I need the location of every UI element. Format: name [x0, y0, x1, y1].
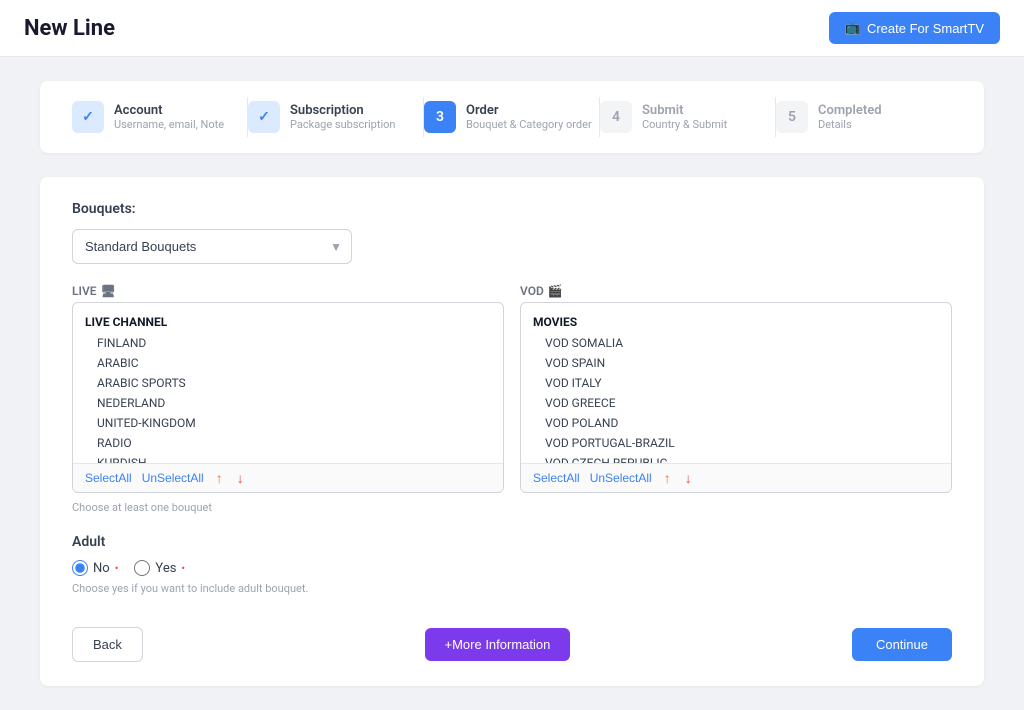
live-list-box: LIVE CHANNEL FINLAND ARABIC ARABIC SPORT…: [72, 302, 504, 493]
vod-group-header: MOVIES: [521, 311, 951, 333]
vod-select-all-button[interactable]: SelectAll: [533, 471, 580, 485]
step-account-name: Account: [114, 103, 224, 118]
bouquets-dropdown-wrap: Standard Bouquets Premium Bouquets Basic…: [72, 229, 352, 264]
list-item[interactable]: FINLAND: [73, 333, 503, 353]
step-completed: 5 Completed Details: [776, 101, 952, 133]
page-title: New Line: [24, 16, 115, 41]
live-list-footer: SelectAll UnSelectAll ↑ ↓: [73, 463, 503, 492]
adult-yes-label: Yes: [155, 561, 176, 576]
vod-label: VOD: [520, 284, 544, 298]
live-arrow-up-button[interactable]: ↑: [214, 470, 225, 486]
vod-unselect-all-button[interactable]: UnSelectAll: [590, 471, 652, 485]
step-subscription-sub: Package subscription: [290, 118, 395, 131]
adult-yes-option[interactable]: Yes •: [134, 560, 185, 576]
vod-list-footer: SelectAll UnSelectAll ↑ ↓: [521, 463, 951, 492]
adult-no-radio[interactable]: [72, 560, 88, 576]
live-unselect-all-button[interactable]: UnSelectAll: [142, 471, 204, 485]
adult-label: Adult: [72, 534, 952, 550]
bouquets-label: Bouquets:: [72, 201, 952, 217]
vod-list-scroll[interactable]: MOVIES VOD SOMALIA VOD SPAIN VOD ITALY V…: [521, 303, 951, 463]
step-subscription: ✓ Subscription Package subscription: [248, 101, 424, 133]
create-smarttv-button[interactable]: 📺 Create For SmartTV: [829, 12, 1000, 44]
step-submit-sub: Country & Submit: [642, 118, 727, 131]
list-item[interactable]: VOD SPAIN: [521, 353, 951, 373]
adult-radio-group: No • Yes •: [72, 560, 952, 576]
live-label: LIVE: [72, 284, 97, 298]
list-item[interactable]: VOD PORTUGAL-BRAZIL: [521, 433, 951, 453]
monitor-icon: 🖥: [101, 284, 116, 298]
adult-hint: Choose yes if you want to include adult …: [72, 582, 952, 595]
step-completed-icon: 5: [776, 101, 808, 133]
continue-button[interactable]: Continue: [852, 628, 952, 661]
step-order: 3 Order Bouquet & Category order: [424, 101, 600, 133]
live-arrow-down-button[interactable]: ↓: [235, 470, 246, 486]
vod-header: VOD 🎬: [520, 284, 952, 298]
vod-arrow-down-button[interactable]: ↓: [683, 470, 694, 486]
checkmark-icon: ✓: [82, 109, 94, 125]
step-account: ✓ Account Username, email, Note: [72, 101, 248, 133]
list-item[interactable]: ARABIC SPORTS: [73, 373, 503, 393]
list-item[interactable]: VOD POLAND: [521, 413, 951, 433]
back-button[interactable]: Back: [72, 627, 143, 662]
step-submit: 4 Submit Country & Submit: [600, 101, 776, 133]
step-completed-name: Completed: [818, 103, 882, 118]
live-group-header: LIVE CHANNEL: [73, 311, 503, 333]
list-item[interactable]: KURDISH: [73, 453, 503, 463]
lists-row: LIVE 🖥 LIVE CHANNEL FINLAND ARABIC ARABI…: [72, 284, 952, 493]
adult-yes-radio[interactable]: [134, 560, 150, 576]
step-account-sub: Username, email, Note: [114, 118, 224, 131]
bouquet-hint: Choose at least one bouquet: [72, 501, 952, 514]
vod-list-box: MOVIES VOD SOMALIA VOD SPAIN VOD ITALY V…: [520, 302, 952, 493]
list-item[interactable]: VOD ITALY: [521, 373, 951, 393]
stepper: ✓ Account Username, email, Note ✓ Subscr…: [40, 81, 984, 153]
step-submit-icon: 4: [600, 101, 632, 133]
live-list-scroll[interactable]: LIVE CHANNEL FINLAND ARABIC ARABIC SPORT…: [73, 303, 503, 463]
bouquets-dropdown[interactable]: Standard Bouquets Premium Bouquets Basic…: [72, 229, 352, 264]
form-area: Bouquets: Standard Bouquets Premium Bouq…: [40, 177, 984, 686]
list-item[interactable]: ARABIC: [73, 353, 503, 373]
list-item[interactable]: RADIO: [73, 433, 503, 453]
adult-section: Adult No • Yes • Choose yes if you want …: [72, 534, 952, 595]
step-subscription-icon: ✓: [248, 101, 280, 133]
step-completed-sub: Details: [818, 118, 882, 131]
live-select-all-button[interactable]: SelectAll: [85, 471, 132, 485]
vod-arrow-up-button[interactable]: ↑: [662, 470, 673, 486]
adult-no-option[interactable]: No •: [72, 560, 118, 576]
list-item[interactable]: VOD CZECH REPUBLIC: [521, 453, 951, 463]
bottom-bar: Back +More Information Continue: [72, 627, 952, 662]
live-header: LIVE 🖥: [72, 284, 504, 298]
step-submit-name: Submit: [642, 103, 727, 118]
main-content: ✓ Account Username, email, Note ✓ Subscr…: [0, 57, 1024, 710]
step-account-icon: ✓: [72, 101, 104, 133]
list-item[interactable]: NEDERLAND: [73, 393, 503, 413]
more-information-button[interactable]: +More Information: [425, 628, 571, 661]
adult-yes-asterisk: •: [181, 562, 185, 575]
step-subscription-name: Subscription: [290, 103, 395, 118]
film-icon: 🎬: [548, 284, 563, 298]
list-item[interactable]: VOD GREECE: [521, 393, 951, 413]
step-order-sub: Bouquet & Category order: [466, 118, 592, 131]
step-order-name: Order: [466, 103, 592, 118]
adult-no-label: No: [93, 561, 110, 576]
step-order-icon: 3: [424, 101, 456, 133]
checkmark-icon-2: ✓: [258, 109, 270, 125]
list-item[interactable]: UNITED-KINGDOM: [73, 413, 503, 433]
adult-no-asterisk: •: [115, 562, 119, 575]
tv-icon: 📺: [845, 20, 861, 36]
live-panel: LIVE 🖥 LIVE CHANNEL FINLAND ARABIC ARABI…: [72, 284, 504, 493]
list-item[interactable]: VOD SOMALIA: [521, 333, 951, 353]
vod-panel: VOD 🎬 MOVIES VOD SOMALIA VOD SPAIN VOD I…: [520, 284, 952, 493]
top-bar: New Line 📺 Create For SmartTV: [0, 0, 1024, 57]
